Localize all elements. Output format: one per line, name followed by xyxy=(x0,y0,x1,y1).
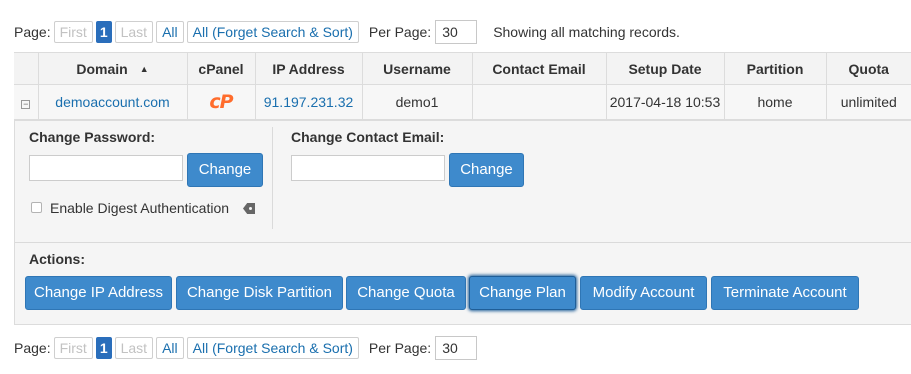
page-label: Page: xyxy=(14,340,51,356)
change-contact-email-button[interactable]: Change xyxy=(449,153,524,187)
column-header-label: Domain xyxy=(76,60,128,77)
pager-all-forget-button[interactable]: All (Forget Search & Sort) xyxy=(186,337,359,359)
table-row[interactable]: − demoaccount.com cP 91.197.231.32 demo1… xyxy=(14,84,911,120)
pager-first-button[interactable]: First xyxy=(53,337,93,359)
partition-cell: home xyxy=(724,84,827,120)
help-tag-icon[interactable] xyxy=(243,203,255,214)
enable-digest-label: Enable Digest Authentication xyxy=(50,200,230,216)
column-header-partition[interactable]: Partition xyxy=(724,52,827,85)
pager-all-button[interactable]: All xyxy=(156,21,184,43)
contact-email-cell xyxy=(472,84,607,120)
ip-address-link[interactable]: 91.197.231.32 xyxy=(264,94,354,110)
column-header-contact-email[interactable]: Contact Email xyxy=(472,52,607,85)
showing-records-text: Showing all matching records. xyxy=(493,24,680,40)
domain-link[interactable]: demoaccount.com xyxy=(55,94,169,110)
change-disk-partition-button[interactable]: Change Disk Partition xyxy=(176,276,343,310)
terminate-account-button[interactable]: Terminate Account xyxy=(711,276,859,310)
pager-all-forget-button[interactable]: All (Forget Search & Sort) xyxy=(186,21,359,43)
column-header-ip-address[interactable]: IP Address xyxy=(255,52,363,85)
table-header-row: Domain ▲ cPanel IP Address Username Conta… xyxy=(14,52,911,85)
column-header-setup-date[interactable]: Setup Date xyxy=(606,52,725,85)
horizontal-divider xyxy=(15,242,911,243)
per-page-input[interactable] xyxy=(435,336,478,360)
change-password-input[interactable] xyxy=(29,155,183,181)
actions-label: Actions: xyxy=(29,251,85,267)
page-label: Page: xyxy=(14,24,51,40)
per-page-label: Per Page: xyxy=(368,24,432,40)
pager-all-button[interactable]: All xyxy=(156,337,184,359)
username-cell: demo1 xyxy=(362,84,473,120)
change-password-button[interactable]: Change xyxy=(187,153,263,187)
accounts-table: Domain ▲ cPanel IP Address Username Conta… xyxy=(14,52,911,120)
column-header-username[interactable]: Username xyxy=(362,52,473,85)
pager-last-button[interactable]: Last xyxy=(114,21,154,43)
quota-cell: unlimited xyxy=(826,84,911,120)
per-page-input[interactable] xyxy=(435,20,478,44)
pager-first-button[interactable]: First xyxy=(53,21,93,43)
pager-top: Page: First 1 Last All All (Forget Searc… xyxy=(14,20,680,44)
pager-bottom: Page: First 1 Last All All (Forget Searc… xyxy=(14,336,478,360)
change-quota-button[interactable]: Change Quota xyxy=(346,276,466,310)
enable-digest-checkbox[interactable] xyxy=(31,202,42,213)
setup-date-cell: 2017-04-18 10:53 xyxy=(606,84,725,120)
pager-current-page[interactable]: 1 xyxy=(95,21,112,43)
change-contact-email-label: Change Contact Email: xyxy=(291,129,445,145)
vertical-divider xyxy=(272,127,273,229)
column-header-cpanel: cPanel xyxy=(187,52,256,85)
pager-current-page[interactable]: 1 xyxy=(95,337,112,359)
account-detail-panel: Change Password: Change Enable Digest Au… xyxy=(14,120,911,325)
cpanel-logo-icon[interactable]: cP xyxy=(209,91,233,113)
column-header-quota[interactable]: Quota xyxy=(826,52,911,85)
sort-ascending-icon: ▲ xyxy=(139,63,149,74)
per-page-label: Per Page: xyxy=(368,340,432,356)
column-header-domain[interactable]: Domain ▲ xyxy=(38,52,188,85)
change-ip-address-button[interactable]: Change IP Address xyxy=(25,276,172,310)
pager-last-button[interactable]: Last xyxy=(114,337,154,359)
collapse-row-icon[interactable]: − xyxy=(21,100,31,109)
change-contact-email-input[interactable] xyxy=(291,155,445,181)
change-plan-button[interactable]: Change Plan xyxy=(469,276,576,310)
change-password-label: Change Password: xyxy=(29,129,156,145)
modify-account-button[interactable]: Modify Account xyxy=(580,276,707,310)
column-header-expander xyxy=(14,52,39,85)
